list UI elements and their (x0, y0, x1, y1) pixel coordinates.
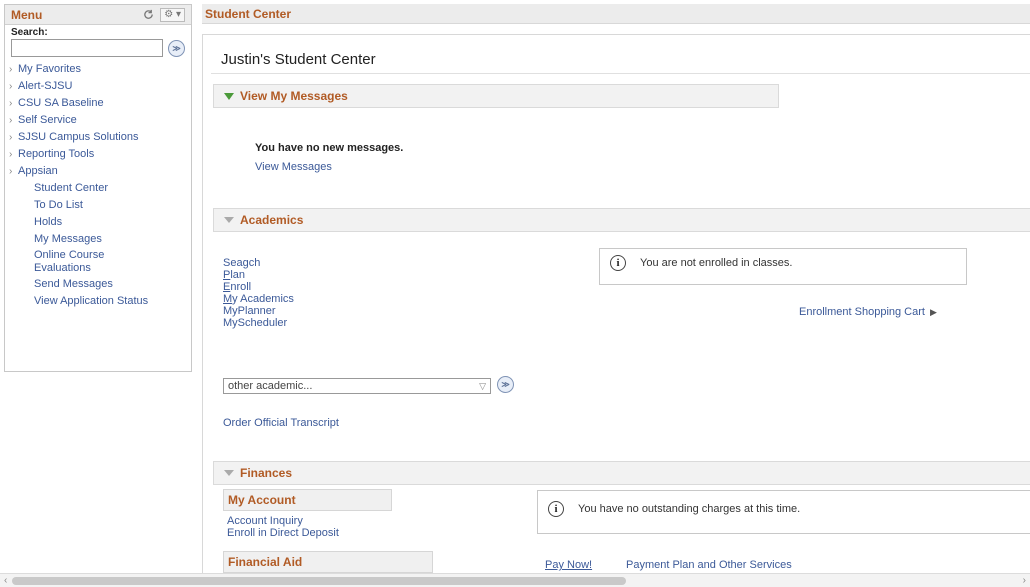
academics-section-header[interactable]: Academics (213, 208, 1030, 232)
menu-folder-sjsu-campus-solutions[interactable]: SJSU Campus Solutions (9, 129, 191, 146)
menu-title: Menu (11, 7, 43, 22)
scroll-right-icon[interactable]: › (1023, 575, 1026, 586)
gear-icon[interactable]: ⚙ ▾ (160, 7, 185, 22)
collapse-triangle-icon (224, 217, 234, 223)
main-header: Student Center (202, 4, 1030, 24)
menu-folder-appsian[interactable]: Appsian (9, 163, 191, 180)
navigation-menu-pagelet: Menu ⚙ ▾ Search: ≫ My Favorites Alert-SJ… (4, 4, 192, 372)
menu-item-to-do-list[interactable]: To Do List (9, 197, 191, 214)
shopping-cart-link[interactable]: Enrollment Shopping Cart ▶ (799, 306, 937, 318)
other-academic-select[interactable]: other academic... ▽ (223, 378, 491, 394)
academics-section-title: Academics (240, 213, 304, 227)
student-center-pagelet: Student Center Justin's Student Center V… (202, 4, 1030, 574)
account-links: Account Inquiry Enroll in Direct Deposit (227, 515, 339, 539)
search-label: Search: (11, 27, 48, 38)
collapse-triangle-icon (224, 470, 234, 476)
horizontal-scrollbar[interactable]: ‹ › (0, 573, 1030, 587)
pay-now-link[interactable]: Pay Now! (545, 559, 592, 571)
payment-plan-link[interactable]: Payment Plan and Other Services (626, 559, 792, 571)
enrollment-info-box: i You are not enrolled in classes. (599, 248, 967, 285)
enrollment-info-text: You are not enrolled in classes. (640, 257, 793, 269)
direct-deposit-link[interactable]: Enroll in Direct Deposit (227, 527, 339, 539)
page-title: Justin's Student Center (221, 51, 376, 68)
finances-section-title: Finances (240, 466, 293, 480)
charges-info-text: You have no outstanding charges at this … (578, 503, 801, 515)
finances-section-header[interactable]: Finances (213, 461, 1030, 485)
menu-item-view-application-status[interactable]: View Application Status (9, 293, 191, 310)
menu-item-student-center[interactable]: Student Center (9, 180, 191, 197)
menu-search-input[interactable] (11, 39, 163, 57)
myplanner-link[interactable]: MyPlanner (223, 305, 294, 317)
info-icon: i (610, 255, 626, 271)
academics-links: Seagch Plan Enroll My Academics MyPlanne… (223, 257, 294, 329)
menu-item-holds[interactable]: Holds (9, 214, 191, 231)
messages-section-title: View My Messages (240, 89, 348, 103)
messages-section-header[interactable]: View My Messages (213, 84, 779, 108)
account-inquiry-link[interactable]: Account Inquiry (227, 515, 339, 527)
scroll-left-icon[interactable]: ‹ (4, 575, 7, 586)
content-area: Justin's Student Center View My Messages… (202, 34, 1030, 574)
menu-item-send-messages[interactable]: Send Messages (9, 276, 191, 293)
divider (211, 73, 1030, 74)
menu-header: Menu ⚙ ▾ (5, 5, 191, 25)
info-icon: i (548, 501, 564, 517)
menu-folder-reporting-tools[interactable]: Reporting Tools (9, 146, 191, 163)
order-transcript-link[interactable]: Order Official Transcript (223, 417, 339, 429)
academic-go-button[interactable]: ≫ (497, 376, 514, 393)
chevron-down-icon: ▽ (479, 380, 486, 391)
no-messages-text: You have no new messages. (255, 142, 404, 154)
financial-aid-header: Financial Aid (223, 551, 433, 573)
arrow-right-icon: ▶ (929, 306, 937, 317)
charges-info-box: i You have no outstanding charges at thi… (537, 490, 1030, 534)
menu-item-my-messages[interactable]: My Messages (9, 231, 191, 248)
menu-item-online-course-evaluations[interactable]: Online Course Evaluations (9, 248, 119, 276)
menu-folder-csu-sa-baseline[interactable]: CSU SA Baseline (9, 95, 191, 112)
view-messages-link[interactable]: View Messages (255, 161, 332, 173)
other-academic-value: other academic... (228, 380, 313, 392)
menu-list: My Favorites Alert-SJSU CSU SA Baseline … (5, 57, 191, 310)
menu-folder-self-service[interactable]: Self Service (9, 112, 191, 129)
menu-folder-my-favorites[interactable]: My Favorites (9, 61, 191, 78)
myscheduler-link[interactable]: MyScheduler (223, 317, 294, 329)
menu-folder-alert-sjsu[interactable]: Alert-SJSU (9, 78, 191, 95)
search-link[interactable]: Seagch (223, 257, 294, 269)
my-account-header: My Account (223, 489, 392, 511)
refresh-icon[interactable] (143, 9, 154, 20)
main-title: Student Center (205, 6, 292, 21)
my-academics-link[interactable]: My Academics (223, 293, 294, 305)
enroll-link[interactable]: Enroll (223, 281, 294, 293)
shopping-cart-label: Enrollment Shopping Cart (799, 306, 925, 318)
expand-triangle-icon (224, 92, 234, 100)
scrollbar-thumb[interactable] (12, 577, 626, 585)
search-go-button[interactable]: ≫ (168, 39, 185, 57)
plan-link[interactable]: Plan (223, 269, 294, 281)
